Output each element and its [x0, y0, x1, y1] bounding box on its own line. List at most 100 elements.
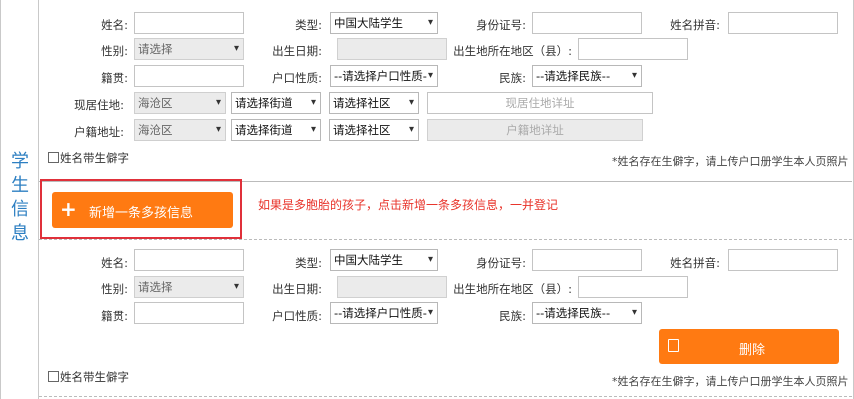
residence-district-select[interactable]: 海沧区 ▾ — [134, 92, 226, 114]
household-community-select[interactable]: 请选择社区 ▾ — [329, 119, 419, 141]
birth-date-input[interactable] — [337, 38, 447, 60]
origin-input[interactable] — [134, 302, 244, 324]
chevron-down-icon: ▾ — [427, 307, 433, 318]
residence-detail-input[interactable]: 现居住地详址 — [427, 92, 653, 114]
birthplace-input[interactable] — [578, 38, 688, 60]
plus-icon: + — [60, 197, 77, 221]
rare-char-label: 姓名带生僻字 — [60, 370, 129, 384]
residence-street-value: 请选择街道 — [235, 96, 293, 110]
ethnic-select[interactable]: --请选择民族-- ▾ — [532, 302, 642, 324]
household-label: 户籍地址: — [74, 125, 124, 139]
household-community-value: 请选择社区 — [333, 123, 391, 137]
gender-select[interactable]: 请选择 ▾ — [134, 38, 244, 60]
section-title-char: 息 — [11, 223, 29, 244]
ethnic-select-value: --请选择民族-- — [536, 306, 611, 320]
gender-select[interactable]: 请选择 ▾ — [134, 276, 244, 298]
id-input[interactable] — [532, 249, 642, 271]
type-label: 类型: — [295, 18, 322, 32]
rare-char-label: 姓名带生僻字 — [60, 151, 129, 165]
ethnic-label: 民族: — [499, 309, 526, 323]
type-select-value: 中国大陆学生 — [334, 16, 403, 30]
residence-district-value: 海沧区 — [138, 96, 173, 110]
chevron-down-icon: ▾ — [310, 97, 316, 108]
trash-icon — [668, 339, 679, 352]
rare-char-checkbox[interactable]: 姓名带生僻字 — [48, 150, 129, 166]
birth-date-input[interactable] — [337, 276, 447, 298]
chevron-down-icon: ▾ — [631, 307, 637, 318]
chevron-down-icon: ▾ — [631, 70, 637, 81]
multi-birth-hint: 如果是多胞胎的孩子，点击新增一条多孩信息，一并登记 — [258, 198, 559, 212]
name-label: 姓名: — [101, 18, 128, 32]
hukou-type-select[interactable]: --请选择户口性质- ▾ — [330, 65, 438, 87]
delete-button-label: 删除 — [739, 343, 766, 358]
birth-label: 出生日期: — [272, 44, 322, 58]
type-select-value: 中国大陆学生 — [334, 253, 403, 267]
type-label: 类型: — [295, 256, 322, 270]
pinyin-label: 姓名拼音: — [670, 18, 720, 32]
hukou-type-select[interactable]: --请选择户口性质- ▾ — [330, 302, 438, 324]
chevron-down-icon: ▾ — [310, 124, 316, 135]
gender-label: 性别: — [101, 282, 128, 296]
residence-community-value: 请选择社区 — [333, 96, 391, 110]
section-title-char: 信 — [11, 199, 29, 220]
name-input[interactable] — [134, 12, 244, 34]
household-street-select[interactable]: 请选择街道 ▾ — [231, 119, 321, 141]
gender-select-value: 请选择 — [138, 280, 173, 294]
chevron-down-icon: ▾ — [215, 124, 221, 135]
household-street-value: 请选择街道 — [235, 123, 293, 137]
chevron-down-icon: ▾ — [427, 254, 433, 265]
residence-street-select[interactable]: 请选择街道 ▾ — [231, 92, 321, 114]
origin-label: 籍贯: — [101, 309, 128, 323]
hukou-type-select-value: --请选择户口性质- — [334, 306, 427, 320]
id-input[interactable] — [532, 12, 642, 34]
pinyin-label: 姓名拼音: — [670, 256, 720, 270]
rare-char-note: *姓名存在生僻字，请上传户口册学生本人页照片 — [612, 375, 849, 388]
section-title-student-info: 学 生 信 息 — [0, 0, 39, 399]
pinyin-input[interactable] — [728, 12, 838, 34]
chevron-down-icon: ▾ — [215, 97, 221, 108]
hukou-type-label: 户口性质: — [272, 309, 322, 323]
section-title-char: 生 — [11, 175, 29, 196]
chevron-down-icon: ▾ — [427, 70, 433, 81]
origin-label: 籍贯: — [101, 71, 128, 85]
ethnic-select-value: --请选择民族-- — [536, 69, 611, 83]
delete-button[interactable]: 删除 — [659, 329, 839, 364]
entry-divider — [39, 239, 852, 240]
household-detail-input[interactable]: 户籍地详址 — [427, 119, 643, 141]
checkbox-box[interactable] — [48, 152, 59, 163]
ethnic-select[interactable]: --请选择民族-- ▾ — [532, 65, 642, 87]
add-child-button[interactable]: + 新增一条多孩信息 — [52, 192, 233, 228]
type-select[interactable]: 中国大陆学生 ▾ — [330, 249, 438, 271]
residence-community-select[interactable]: 请选择社区 ▾ — [329, 92, 419, 114]
birth-label: 出生日期: — [272, 282, 322, 296]
birthplace-input[interactable] — [578, 276, 688, 298]
type-select[interactable]: 中国大陆学生 ▾ — [330, 12, 438, 34]
birthplace-label: 出生地所在地区（县）: — [453, 44, 572, 58]
id-label: 身份证号: — [476, 256, 526, 270]
rare-char-checkbox[interactable]: 姓名带生僻字 — [48, 369, 129, 385]
chevron-down-icon: ▾ — [233, 281, 239, 292]
section-title-char: 学 — [11, 151, 29, 172]
origin-input[interactable] — [134, 65, 244, 87]
household-district-value: 海沧区 — [138, 123, 173, 137]
birthplace-label: 出生地所在地区（县）: — [453, 282, 572, 296]
hukou-type-label: 户口性质: — [272, 71, 322, 85]
hukou-type-select-value: --请选择户口性质- — [334, 69, 427, 83]
ethnic-label: 民族: — [499, 71, 526, 85]
entry-divider — [39, 396, 852, 397]
household-district-select[interactable]: 海沧区 ▾ — [134, 119, 226, 141]
chevron-down-icon: ▾ — [408, 97, 414, 108]
chevron-down-icon: ▾ — [233, 43, 239, 54]
name-label: 姓名: — [101, 256, 128, 270]
add-child-button-label: 新增一条多孩信息 — [89, 206, 194, 221]
pinyin-input[interactable] — [728, 249, 838, 271]
name-input[interactable] — [134, 249, 244, 271]
chevron-down-icon: ▾ — [408, 124, 414, 135]
id-label: 身份证号: — [476, 18, 526, 32]
checkbox-box[interactable] — [48, 371, 59, 382]
residence-label: 现居住地: — [74, 98, 124, 112]
gender-select-value: 请选择 — [138, 42, 173, 56]
rare-char-note: *姓名存在生僻字，请上传户口册学生本人页照片 — [612, 155, 849, 168]
chevron-down-icon: ▾ — [427, 17, 433, 28]
gender-label: 性别: — [101, 44, 128, 58]
